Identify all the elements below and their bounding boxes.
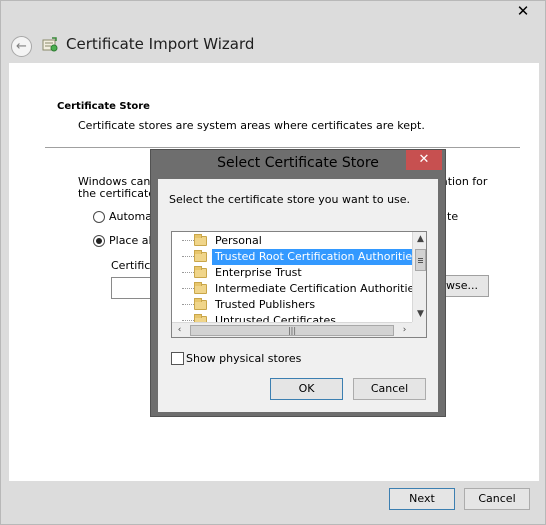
certificate-store-tree[interactable]: Personal Trusted Root Certification Auth… [171, 231, 427, 338]
vertical-scroll-thumb[interactable] [415, 249, 426, 271]
tree-item-label: Enterprise Trust [215, 266, 302, 279]
dialog-close-button[interactable]: ✕ [406, 150, 442, 170]
grip-line [418, 260, 423, 261]
page-heading: Certificate Store [57, 101, 150, 112]
tree-connector [182, 304, 194, 305]
auto-select-store-radio[interactable] [93, 211, 105, 223]
folder-icon [194, 298, 207, 310]
show-physical-stores-label: Show physical stores [186, 352, 302, 365]
tree-item-label: Trusted Publishers [215, 298, 316, 311]
show-physical-stores-checkbox[interactable] [171, 352, 184, 365]
dialog-cancel-button[interactable]: Cancel [353, 378, 426, 400]
dialog-title: Select Certificate Store [217, 155, 379, 171]
scrollbar-corner [412, 322, 426, 337]
cancel-button[interactable]: Cancel [464, 488, 530, 510]
tree-connector [182, 256, 194, 257]
tree-item-label: Intermediate Certification Authorities [215, 282, 421, 295]
folder-icon [194, 234, 207, 246]
tree-connector [182, 240, 194, 241]
scroll-down-arrow-icon[interactable]: ▼ [413, 307, 426, 322]
place-in-store-label: Place all [109, 234, 155, 247]
next-button[interactable]: Next [389, 488, 455, 510]
dialog-body: Select the certificate store you want to… [158, 179, 438, 412]
wizard-header: ← Certificate Import Wizard [1, 29, 546, 63]
folder-icon [194, 266, 207, 278]
dialog-instruction: Select the certificate store you want to… [169, 193, 411, 206]
certificate-icon [42, 37, 58, 52]
wizard-title: Certificate Import Wizard [66, 35, 255, 53]
folder-icon [194, 250, 207, 262]
certificate-store-field[interactable] [111, 277, 153, 299]
header-divider [45, 147, 520, 148]
folder-icon [194, 282, 207, 294]
tree-connector [182, 272, 194, 273]
page-description: Certificate stores are system areas wher… [78, 119, 425, 132]
window-close-button[interactable]: ✕ [507, 1, 539, 21]
scroll-right-arrow-icon[interactable]: › [397, 323, 412, 337]
select-certificate-store-dialog: Select Certificate Store ✕ Select the ce… [150, 149, 446, 417]
horizontal-scrollbar[interactable]: ‹ ||| › [172, 322, 412, 337]
ok-button[interactable]: OK [270, 378, 343, 400]
vertical-scrollbar[interactable]: ▲ ▼ [412, 232, 426, 322]
place-in-store-radio[interactable] [93, 235, 105, 247]
grip-line [418, 262, 423, 263]
tree-item-label: Trusted Root Certification Authorities [212, 249, 421, 265]
back-arrow-icon[interactable]: ← [11, 36, 32, 57]
tree-item-label: Personal [215, 234, 262, 247]
store-selection-text-right: ation for [441, 175, 488, 188]
wizard-footer: Next Cancel [1, 481, 546, 525]
store-selection-text-line2: the certificate. [78, 187, 159, 200]
scroll-up-arrow-icon[interactable]: ▲ [413, 232, 426, 247]
grip-line [418, 258, 423, 259]
tree-connector [182, 288, 194, 289]
scroll-left-arrow-icon[interactable]: ‹ [172, 323, 187, 337]
tree-connector [182, 320, 194, 321]
auto-select-store-label-end: te [447, 210, 459, 223]
horizontal-scroll-thumb[interactable]: ||| [190, 325, 394, 336]
